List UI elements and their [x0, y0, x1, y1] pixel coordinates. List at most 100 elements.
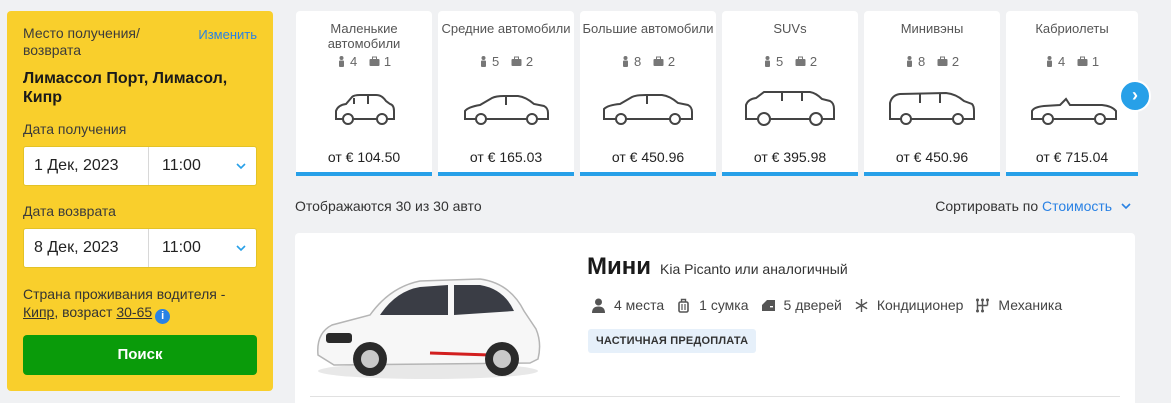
sort-value: Стоимость	[1042, 198, 1113, 214]
return-time-value: 11:00	[162, 239, 201, 256]
bag-count: 1	[383, 53, 392, 69]
person-icon	[480, 55, 486, 67]
category-price: от € 450.96	[895, 149, 969, 165]
category-price: от € 715.04	[1035, 149, 1109, 165]
bag-count: 2	[525, 53, 534, 69]
bag-count: 2	[809, 53, 818, 69]
snowflake-icon	[855, 298, 868, 312]
small-car-icon	[335, 94, 395, 125]
person-icon	[592, 298, 605, 313]
divider	[310, 396, 1120, 397]
sedan-icon	[464, 95, 549, 125]
category-price: от € 165.03	[469, 149, 543, 165]
person-icon	[1046, 55, 1052, 67]
results-count: Отображаются 30 из 30 авто	[295, 198, 482, 214]
pickup-time-select[interactable]: 11:00	[149, 147, 256, 185]
category-specs: 4 1	[296, 53, 432, 69]
seat-count: 4	[349, 53, 358, 69]
return-picker: 8 Дек, 2023 11:00	[23, 228, 257, 268]
category-card-minivan[interactable]: Минивэны 8 2 от € 450.96	[864, 11, 1000, 176]
feature-bags-label: 1 сумка	[699, 297, 749, 313]
return-time-select[interactable]: 11:00	[149, 229, 256, 267]
feature-seats: 4 места	[591, 297, 664, 313]
category-card-large[interactable]: Большие автомобили 8 2 от € 450.96	[580, 11, 716, 176]
suv-icon	[745, 91, 835, 126]
car-features: 4 места 1 сумка 5 дверей Кондиционер Мех…	[591, 297, 1074, 313]
car-model: Kia Picanto или аналогичный	[660, 261, 848, 277]
pickup-time-value: 11:00	[162, 157, 201, 174]
residence-age-prefix: , возраст	[54, 304, 117, 320]
feature-doors-label: 5 дверей	[783, 297, 842, 313]
category-price: от € 450.96	[611, 149, 685, 165]
feature-seats-label: 4 места	[614, 297, 665, 313]
feature-bags: 1 сумка	[676, 297, 749, 313]
category-card-medium[interactable]: Средние автомобили 5 2 от € 165.03	[438, 11, 574, 176]
info-icon[interactable]: i	[155, 309, 171, 324]
partial-prepayment-badge: ЧАСТИЧНАЯ ПРЕДОПЛАТА	[588, 329, 757, 353]
bag-count: 1	[1091, 53, 1100, 69]
search-panel: Место получения/ возврата Изменить Лимас…	[7, 11, 273, 391]
gear-shift-icon	[976, 298, 990, 312]
category-card-small[interactable]: Маленькие автомобили 4 1 от € 104.50	[296, 11, 432, 176]
change-location-link[interactable]: Изменить	[198, 27, 257, 42]
category-specs: 5 2	[438, 53, 574, 69]
return-date-field[interactable]: 8 Дек, 2023	[24, 229, 149, 267]
category-specs: 5 2	[722, 53, 858, 69]
car-door-icon	[761, 299, 775, 311]
residence-country-link[interactable]: Кипр	[23, 304, 54, 320]
driver-residence: Страна проживания водителя - Кипр, возра…	[23, 285, 257, 324]
driver-age-link[interactable]: 30-65	[116, 304, 152, 320]
bag-icon	[937, 56, 948, 66]
seat-count: 5	[491, 53, 500, 69]
category-name: Большие автомобили	[582, 21, 714, 36]
pickup-picker: 1 Дек, 2023 11:00	[23, 146, 257, 186]
bag-icon	[369, 56, 380, 66]
category-price: от € 104.50	[327, 149, 401, 165]
category-price: от € 395.98	[753, 149, 827, 165]
category-name: Минивэны	[900, 21, 964, 36]
category-specs: 8 2	[580, 53, 716, 69]
feature-transmission: Механика	[975, 297, 1062, 313]
category-name: Средние автомобили	[441, 21, 571, 36]
feature-ac-label: Кондиционер	[876, 297, 964, 313]
suitcase-icon	[678, 298, 689, 313]
seat-count: 8	[633, 53, 642, 69]
category-name: Кабриолеты	[1035, 21, 1109, 36]
search-button[interactable]: Поиск	[23, 335, 257, 375]
feature-doors: 5 дверей	[761, 297, 842, 313]
car-photo	[317, 278, 541, 379]
category-specs: 4 1	[1006, 53, 1138, 69]
bag-icon	[511, 56, 522, 66]
bag-count: 2	[951, 53, 960, 69]
car-category-title: Мини	[587, 253, 651, 280]
chevron-down-icon	[1121, 203, 1131, 210]
return-date-label: Дата возврата	[23, 203, 116, 219]
person-icon	[906, 55, 912, 67]
pickup-date-label: Дата получения	[23, 121, 127, 137]
seat-count: 5	[775, 53, 784, 69]
residence-prefix: Страна проживания водителя -	[23, 286, 226, 302]
sort-dropdown[interactable]: Сортировать по Стоимость	[935, 198, 1131, 214]
person-icon	[622, 55, 628, 67]
bag-icon	[653, 56, 664, 66]
seat-count: 4	[1057, 53, 1066, 69]
bag-icon	[1077, 56, 1088, 66]
person-icon	[338, 55, 344, 67]
bag-icon	[795, 56, 806, 66]
car-result-card[interactable]: Мини Kia Picanto или аналогичный 4 места…	[295, 233, 1135, 403]
category-name: SUVs	[773, 21, 807, 36]
location-value: Лимассол Порт, Лимасол, Кипр	[23, 70, 228, 106]
chevron-down-icon	[236, 163, 246, 170]
large-sedan-icon	[603, 94, 693, 125]
pickup-date-field[interactable]: 1 Дек, 2023	[24, 147, 149, 185]
person-icon	[764, 55, 770, 67]
chevron-down-icon	[236, 245, 246, 252]
sort-label: Сортировать по	[935, 198, 1043, 214]
bag-count: 2	[667, 53, 676, 69]
feature-transmission-label: Механика	[998, 297, 1063, 313]
category-name: Маленькие автомобили	[327, 21, 401, 51]
seat-count: 8	[917, 53, 926, 69]
category-card-suv[interactable]: SUVs 5 2 от € 395.98	[722, 11, 858, 176]
carousel-next-button[interactable]: ›	[1119, 80, 1151, 112]
minivan-icon	[889, 91, 975, 125]
